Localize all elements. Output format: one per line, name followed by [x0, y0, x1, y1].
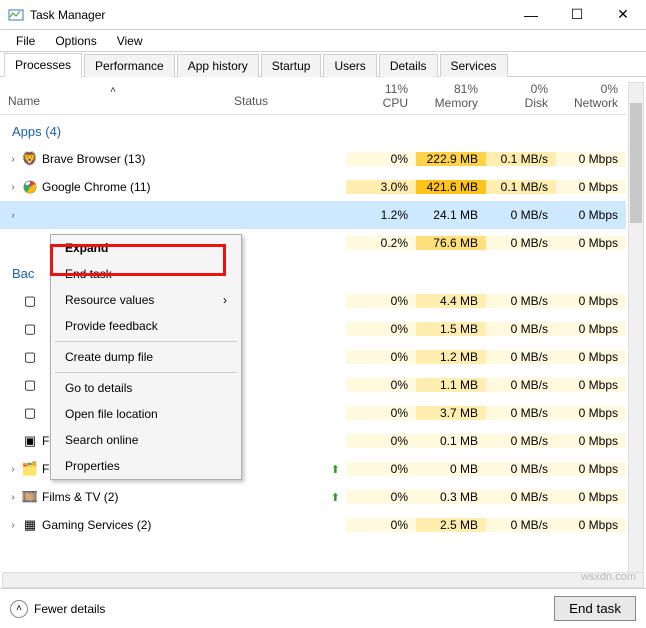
chrome-icon: [22, 179, 38, 195]
window-title: Task Manager: [30, 8, 508, 22]
tab-startup[interactable]: Startup: [261, 54, 322, 77]
tab-details[interactable]: Details: [379, 54, 438, 77]
box-icon: ▣: [22, 433, 38, 449]
table-row[interactable]: ›▦Gaming Services (2) 0%2.5 MB0 MB/s0 Mb…: [0, 511, 626, 532]
chevron-right-icon[interactable]: ›: [8, 182, 18, 193]
brave-icon: 🦁: [22, 151, 38, 167]
context-menu: Expand End task Resource values› Provide…: [50, 234, 242, 480]
maximize-button[interactable]: ☐: [554, 0, 600, 30]
leaf-icon: ⬆: [331, 492, 340, 504]
table-row-selected[interactable]: › 1.2% 24.1 MB 0 MB/s 0 Mbps: [0, 201, 626, 229]
col-disk[interactable]: 0%Disk: [486, 77, 556, 114]
close-button[interactable]: ✕: [600, 0, 646, 30]
chevron-right-icon[interactable]: ›: [8, 154, 18, 165]
app-icon: ▢: [22, 321, 38, 337]
chevron-right-icon[interactable]: ›: [8, 464, 18, 475]
ctx-search-online[interactable]: Search online: [51, 427, 241, 453]
chevron-up-icon: ˄: [10, 600, 28, 618]
col-cpu[interactable]: 11%CPU: [346, 77, 416, 114]
tab-services[interactable]: Services: [440, 54, 508, 77]
end-task-button[interactable]: End task: [554, 596, 636, 621]
col-memory[interactable]: 81%Memory: [416, 77, 486, 114]
submenu-arrow-icon: ›: [223, 293, 227, 307]
chevron-right-icon[interactable]: ›: [8, 492, 18, 503]
ctx-expand[interactable]: Expand: [51, 235, 241, 261]
tab-performance[interactable]: Performance: [84, 54, 175, 77]
leaf-icon: ⬆: [331, 464, 340, 476]
horizontal-scrollbar[interactable]: [2, 572, 644, 588]
table-row[interactable]: ›🦁Brave Browser (13) 0% 222.9 MB 0.1 MB/…: [0, 145, 626, 173]
tab-app-history[interactable]: App history: [177, 54, 259, 77]
menubar: File Options View: [0, 30, 646, 52]
minimize-button[interactable]: —: [508, 0, 554, 30]
chevron-right-icon[interactable]: ›: [8, 210, 18, 221]
fewer-details-button[interactable]: ˄ Fewer details: [10, 600, 105, 618]
col-status[interactable]: Status: [226, 77, 346, 114]
tab-strip: Processes Performance App history Startu…: [0, 52, 646, 77]
status-bar: ˄ Fewer details End task: [0, 588, 646, 628]
titlebar: Task Manager — ☐ ✕: [0, 0, 646, 30]
scrollbar-thumb[interactable]: [630, 103, 642, 223]
ctx-properties[interactable]: Properties: [51, 453, 241, 479]
feeds-icon: 🗂️: [22, 461, 38, 477]
ctx-end-task[interactable]: End task: [51, 261, 241, 287]
tab-users[interactable]: Users: [323, 54, 376, 77]
taskmgr-icon: [8, 7, 24, 23]
menu-options[interactable]: Options: [45, 32, 106, 50]
watermark: wsxdn.com: [581, 571, 636, 583]
col-name[interactable]: ˄ Name: [0, 77, 226, 114]
ctx-create-dump-file[interactable]: Create dump file: [51, 344, 241, 370]
ctx-open-file-location[interactable]: Open file location: [51, 401, 241, 427]
group-apps[interactable]: Apps (4): [0, 115, 626, 145]
separator: [55, 341, 237, 342]
table-row[interactable]: ›Google Chrome (11) 3.0% 421.6 MB 0.1 MB…: [0, 173, 626, 201]
app-icon: ▢: [22, 405, 38, 421]
chevron-right-icon[interactable]: ›: [8, 520, 18, 531]
menu-file[interactable]: File: [6, 32, 45, 50]
app-icon: ▢: [22, 349, 38, 365]
column-headers: ˄ Name Status 11%CPU 81%Memory 0%Disk 0%…: [0, 77, 626, 115]
app-icon: ▢: [22, 293, 38, 309]
vertical-scrollbar[interactable]: [628, 82, 644, 576]
gaming-icon: ▦: [22, 517, 38, 532]
tab-processes[interactable]: Processes: [4, 53, 82, 77]
ctx-resource-values[interactable]: Resource values›: [51, 287, 241, 313]
separator: [55, 372, 237, 373]
app-icon: ▢: [22, 377, 38, 393]
films-tv-icon: 🎞️: [22, 489, 38, 505]
app-icon: [22, 207, 38, 223]
ctx-provide-feedback[interactable]: Provide feedback: [51, 313, 241, 339]
col-network[interactable]: 0%Network: [556, 77, 626, 114]
menu-view[interactable]: View: [107, 32, 153, 50]
ctx-go-to-details[interactable]: Go to details: [51, 375, 241, 401]
table-row[interactable]: ›🎞️Films & TV (2) ⬆ 0%0.3 MB0 MB/s0 Mbps: [0, 483, 626, 511]
